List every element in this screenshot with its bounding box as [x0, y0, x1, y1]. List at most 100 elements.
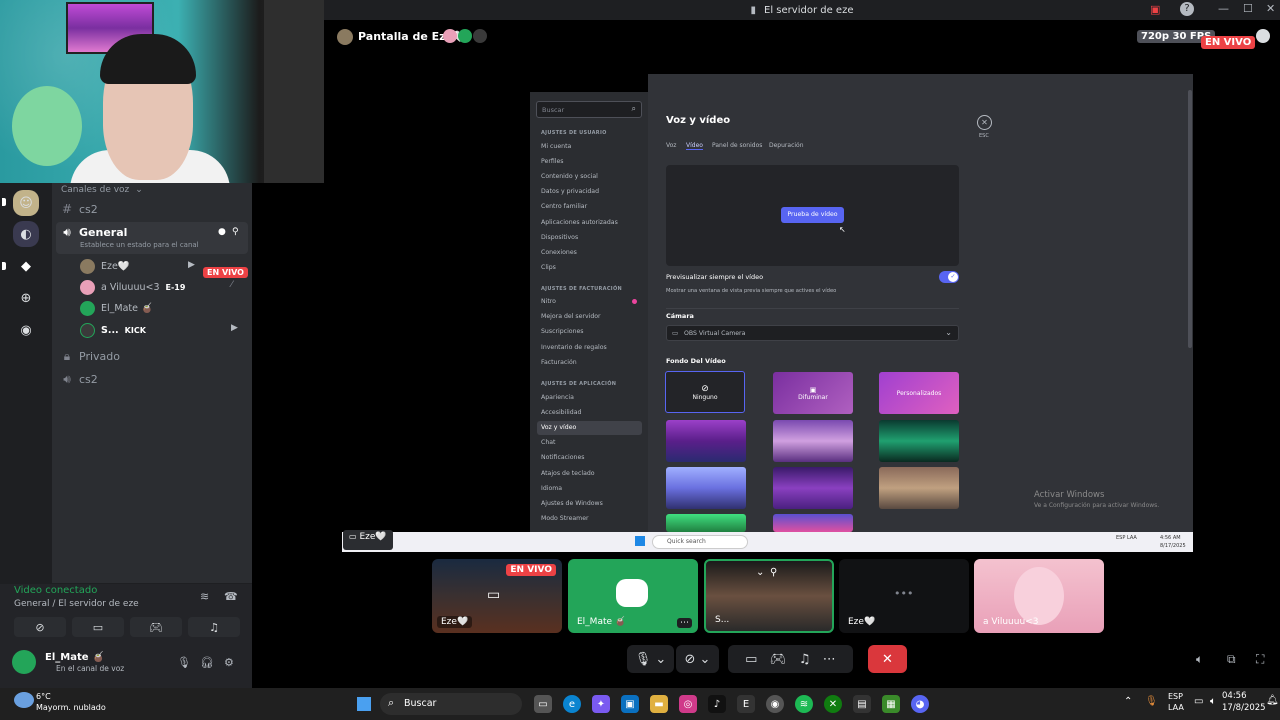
tiktok-icon[interactable]: ♪ [708, 695, 726, 713]
activities-button[interactable]: 🎮︎ [130, 617, 182, 637]
viewer-avatar[interactable] [458, 29, 472, 43]
volume-icon[interactable]: 🔈︎ [1210, 696, 1216, 707]
microphone-button[interactable]: 🎙︎ ⌄ [627, 645, 674, 673]
xbox-icon[interactable]: ✕ [824, 695, 842, 713]
notification-icon[interactable]: 🔔︎ [1266, 695, 1279, 706]
preview-toggle[interactable]: ✓ [939, 271, 959, 283]
settings-item[interactable]: Notificaciones [541, 454, 585, 461]
tab-soundboard[interactable]: Panel de sonidos [712, 142, 762, 149]
edge-icon[interactable]: e [563, 695, 581, 713]
settings-item[interactable]: Conexiones [541, 249, 577, 256]
video-test-button[interactable]: Prueba de vídeo [781, 207, 844, 223]
microphone-icon[interactable]: 🎙︎ [1145, 696, 1158, 707]
gear-icon[interactable]: ⚙ [224, 656, 234, 669]
settings-item[interactable]: Nitro [541, 298, 556, 305]
voice-user[interactable]: Eze🤍 [80, 259, 130, 274]
clock-date[interactable]: 17/8/2025 [1222, 703, 1266, 713]
add-user-icon[interactable]: ⚲ [232, 227, 239, 237]
share-screen-button[interactable]: ▭ [72, 617, 124, 637]
weather-icon[interactable] [14, 692, 34, 708]
add-user-icon[interactable]: ⚲ [770, 567, 777, 578]
minimize-icon[interactable]: — [1218, 2, 1229, 15]
bg-preset-option[interactable] [879, 467, 959, 509]
add-server-icon[interactable]: ⊕ [13, 285, 39, 311]
help-icon[interactable]: ? [1180, 2, 1194, 16]
toggle-camera-button[interactable]: ⊘ [14, 617, 66, 637]
tab-video[interactable]: Vídeo [686, 142, 703, 150]
taskbar-search[interactable]: ⌕ Buscar [380, 693, 522, 715]
participant-tile[interactable]: EN VIVO ▭ Eze🤍 [432, 559, 562, 633]
task-view-icon[interactable]: ▭ [534, 695, 552, 713]
tab-voice[interactable]: Voz [666, 142, 676, 149]
settings-item[interactable]: Datos y privacidad [541, 188, 599, 195]
language-1[interactable]: ESP [1168, 692, 1183, 701]
bg-none-option[interactable]: ⊘ Ninguno [665, 371, 745, 413]
headphones-icon[interactable]: 🎧︎ [200, 656, 214, 669]
viewer-avatar[interactable] [443, 29, 457, 43]
settings-item[interactable]: Facturación [541, 359, 577, 366]
bg-preset-option[interactable] [773, 420, 853, 462]
settings-item[interactable]: Suscripciones [541, 328, 584, 335]
settings-item[interactable]: Contenido y social [541, 173, 598, 180]
category-header[interactable]: Canales de voz ⌄ [61, 185, 143, 195]
more-options-icon[interactable]: ⋯ [677, 618, 692, 628]
minecraft-icon[interactable]: ▦ [882, 695, 900, 713]
chrome-icon[interactable]: ◉ [766, 695, 784, 713]
voice-user[interactable]: a Viluuuu<3 E-19 [80, 280, 185, 295]
participant-tile[interactable]: El_Mate 🧉 ⋯ [568, 559, 698, 633]
bg-custom-option[interactable]: Personalizados [879, 372, 959, 414]
discover-icon[interactable]: ◉ [13, 317, 39, 343]
bg-blur-option[interactable]: ▣ Difuminar [773, 372, 853, 414]
windows-start-icon[interactable] [355, 695, 373, 713]
voice-user[interactable]: El_Mate 🧉 [80, 301, 153, 316]
settings-search-input[interactable]: Buscar ⌕ [536, 101, 642, 118]
channel-cs2-voice[interactable]: 🔊︎ cs2 [61, 372, 98, 387]
server-icon[interactable]: ◐ [13, 221, 39, 247]
epic-games-icon[interactable]: E [737, 695, 755, 713]
folder-icon[interactable]: ▬ [650, 695, 668, 713]
discord-icon[interactable]: ◕ [911, 695, 929, 713]
camera-toggle-button[interactable]: ⊘ ⌄ [676, 645, 719, 673]
store-icon[interactable]: ▣ [621, 695, 639, 713]
bg-preset-option[interactable] [773, 467, 853, 509]
channel-cs2-text[interactable]: # cs2 [61, 202, 98, 216]
noise-suppression-icon[interactable]: ≋ [200, 590, 209, 603]
settings-item[interactable]: Apariencia [541, 394, 574, 401]
leave-call-button[interactable]: ✕ [868, 645, 907, 673]
settings-item[interactable]: Clips [541, 264, 556, 271]
voice-location[interactable]: General / El servidor de eze [14, 599, 139, 609]
channel-private[interactable]: 🔒︎ Privado [61, 349, 120, 364]
participant-tile[interactable]: ⌄ ⚲ S... [704, 559, 834, 633]
volume-icon[interactable]: 🔈︎ [1196, 652, 1203, 667]
settings-item[interactable]: Voz y vídeo [541, 424, 576, 431]
settings-item[interactable]: Accesibilidad [541, 409, 581, 416]
popout-icon[interactable]: ⧉ [1227, 652, 1236, 667]
settings-item[interactable]: Ajustes de Windows [541, 500, 603, 507]
viewer-avatar[interactable] [473, 29, 487, 43]
server-icon[interactable]: ☺ [13, 190, 39, 216]
settings-item[interactable]: Modo Streamer [541, 515, 589, 522]
voice-user[interactable]: S... KICK [80, 323, 146, 338]
tab-debug[interactable]: Depuración [769, 142, 804, 149]
participant-tile[interactable]: ••• Eze🤍 [839, 559, 969, 633]
channel-general-voice[interactable]: 🔊︎ General [61, 225, 127, 240]
monitor-icon[interactable]: ▭ [1194, 696, 1203, 707]
chat-icon[interactable] [1256, 29, 1270, 43]
settings-item[interactable]: Aplicaciones autorizadas [541, 219, 618, 226]
participant-tile[interactable]: a Viluuuu<3 [974, 559, 1104, 633]
inbox-icon[interactable]: ▣ [1150, 3, 1164, 17]
disconnect-icon[interactable]: ☎ [224, 590, 238, 603]
channel-status[interactable]: Establece un estado para el canal [80, 241, 199, 249]
bg-preset-option[interactable] [666, 420, 746, 462]
camera-select[interactable]: ▭ OBS Virtual Camera ⌄ [666, 325, 959, 341]
user-avatar[interactable] [12, 650, 36, 674]
settings-item[interactable]: Centro familiar [541, 203, 587, 210]
activity-controls[interactable]: ▭ 🎮︎ ♫ ⋯ [728, 645, 853, 673]
settings-item[interactable]: Perfiles [541, 158, 564, 165]
chevron-down-icon[interactable]: ⌄ [756, 567, 764, 578]
settings-item[interactable]: Chat [541, 439, 555, 446]
maximize-icon[interactable]: ☐ [1243, 2, 1253, 15]
settings-scrollbar[interactable] [1188, 90, 1192, 348]
microphone-icon[interactable]: 🎙︎ [177, 656, 191, 669]
bg-preset-option[interactable] [773, 514, 853, 532]
